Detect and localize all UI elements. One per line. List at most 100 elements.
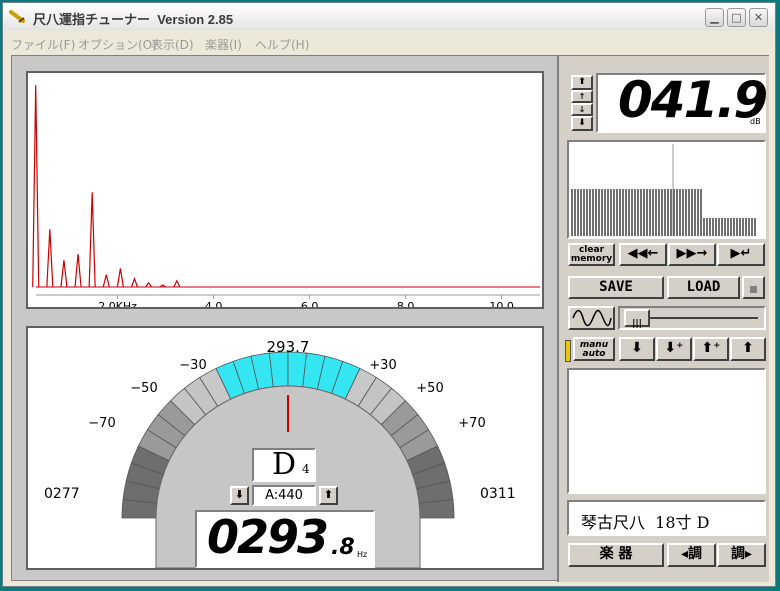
level-unit: dB (750, 117, 761, 126)
spectrum-x-ticks: 2.0KHz 4.0 6.0 8.0 10.0 (98, 295, 514, 307)
arrow-down-icon: ⬇ (234, 488, 245, 501)
x-tick-label-3: 8.0 (397, 300, 415, 307)
key-up-button[interactable]: 調▸ (717, 543, 766, 567)
shift-down-fine-button[interactable]: ⬇⁺ (656, 337, 692, 361)
sensitivity-up-large-button[interactable]: ⬆ (571, 75, 593, 90)
a-reference-display: A:440 (252, 485, 316, 506)
shakuhachi-app-icon (9, 10, 25, 23)
x-tick-label-0: 2.0KHz (98, 300, 137, 307)
title-bar[interactable]: 尺八運指チューナー Version 2.85 ▁ □ ✕ (3, 3, 775, 31)
arrow-down-icon: ⬇ (631, 340, 643, 356)
spectrum-peak-3 (74, 253, 82, 288)
menu-file[interactable]: ファイル(F) (11, 36, 75, 53)
arrow-down-fine-icon: ⬇⁺ (664, 340, 684, 356)
gain-slider[interactable]: ||| (618, 306, 766, 330)
arrow-up-icon: ⬆ (578, 77, 586, 87)
a-reference-down-button[interactable]: ⬇ (230, 486, 249, 505)
key-down-button[interactable]: ◂調 (667, 543, 716, 567)
auto-label: auto (582, 349, 606, 359)
minimize-button[interactable]: ▁ (705, 8, 724, 27)
load-button[interactable]: LOAD (667, 276, 740, 299)
level-history-graph (567, 140, 766, 239)
arrow-up-small-icon: ↑ (578, 92, 586, 101)
spectrum-peak-0 (32, 85, 40, 288)
auto-indicator (565, 340, 571, 362)
fingering-display (567, 368, 766, 494)
x-tick-label-2: 6.0 (301, 300, 319, 307)
maximize-button[interactable]: □ (727, 8, 746, 27)
stop-button[interactable] (742, 276, 765, 299)
menu-instrument[interactable]: 楽器(I) (205, 36, 242, 53)
close-icon: ✕ (753, 11, 764, 24)
a-reference-up-button[interactable]: ⬆ (319, 486, 338, 505)
center-frequency: 293.7 (267, 338, 310, 356)
arrow-up-icon: ⬆ (742, 340, 754, 356)
spectrum-peaks (32, 85, 181, 288)
clear-memory-line2: memory (570, 254, 613, 264)
note-octave: 4 (302, 462, 310, 476)
spectrum-peak-1 (46, 229, 54, 288)
scale-label-plus30: +30 (369, 358, 396, 373)
instrument-name: 琴古尺八 18寸 D (581, 513, 710, 532)
maximize-icon: □ (731, 11, 742, 24)
shift-up-fine-button[interactable]: ⬆⁺ (693, 337, 729, 361)
slider-grip-icon: ||| (632, 319, 642, 329)
shift-up-button[interactable]: ⬆ (730, 337, 766, 361)
instrument-select-button[interactable]: 楽 器 (568, 543, 664, 567)
sensitivity-down-small-button[interactable]: ↓ (571, 103, 593, 116)
minimize-icon: ▁ (710, 11, 719, 24)
close-button[interactable]: ✕ (749, 8, 768, 27)
frequency-integer: 0293 (207, 510, 329, 564)
scale-label-plus50: +50 (416, 381, 443, 396)
window-title: 尺八運指チューナー Version 2.85 (33, 12, 234, 27)
menu-options[interactable]: オプション(O) (78, 36, 157, 53)
x-tick-label-4: 10.0 (489, 300, 513, 307)
save-button[interactable]: SAVE (568, 276, 664, 299)
fast-forward-button[interactable]: ▶▶→ (668, 243, 716, 266)
menu-help[interactable]: ヘルプ(H) (255, 36, 309, 53)
arrow-up-fine-icon: ⬆⁺ (701, 340, 721, 356)
high-frequency-label: 0311 (480, 486, 516, 502)
play-return-button[interactable]: ▶↵ (717, 243, 765, 266)
spectrum-panel: 2.0KHz 4.0 6.0 8.0 10.0 (26, 71, 544, 309)
menu-view[interactable]: 表示(D) (151, 36, 194, 53)
menu-bar: ファイル(F) オプション(O) 表示(D) 楽器(I) ヘルプ(H) (3, 33, 775, 53)
scale-label-minus70: −70 (88, 416, 115, 431)
arrow-down-small-icon: ↓ (578, 105, 586, 114)
note-name: D (272, 447, 297, 482)
gain-slider-thumb[interactable]: ||| (624, 309, 650, 329)
arrow-down-icon: ⬇ (578, 118, 586, 128)
frequency-unit: Hz (357, 550, 368, 559)
scale-label-plus70: +70 (458, 416, 485, 431)
spectrum-peak-4 (88, 192, 96, 288)
app-window: 尺八運指チューナー Version 2.85 ▁ □ ✕ ファイル(F) オプシ… (2, 2, 776, 587)
sensitivity-up-small-button[interactable]: ↑ (571, 90, 593, 103)
waveform-button[interactable] (568, 306, 615, 330)
rewind-button[interactable]: ◀◀← (619, 243, 667, 266)
level-history-bars (571, 144, 756, 236)
note-display: D 4 (252, 447, 316, 482)
frequency-decimal: .8 (331, 535, 355, 560)
instrument-name-display: 琴古尺八 18寸 D (567, 500, 766, 536)
spectrum-peak-7 (130, 277, 139, 288)
frequency-display: 0293 .8 Hz (195, 510, 375, 568)
x-tick-label-1: 4.0 (205, 300, 223, 307)
spectrum-peak-6 (116, 268, 124, 288)
sensitivity-down-large-button[interactable]: ⬇ (571, 116, 593, 131)
manu-auto-toggle[interactable]: manu auto (573, 337, 615, 361)
right-column: ⬆ ↑ ↓ ⬇ 041.9 dB clear memory ◀◀← ▶▶→ ▶↵… (557, 56, 769, 582)
client-area: 2.0KHz 4.0 6.0 8.0 10.0 293.7 −30 +30 −50 +5… (11, 55, 769, 582)
spectrum-peak-2 (60, 260, 68, 288)
spectrum-chart: 2.0KHz 4.0 6.0 8.0 10.0 (32, 85, 540, 307)
play-return-icon: ▶↵ (730, 246, 752, 261)
sine-wave-icon (572, 309, 612, 327)
level-value: 041.9 (618, 71, 768, 129)
scale-label-minus50: −50 (130, 381, 157, 396)
low-frequency-label: 0277 (44, 486, 80, 502)
stop-icon (750, 286, 757, 293)
shift-down-button[interactable]: ⬇ (619, 337, 655, 361)
spectrum-peak-8 (145, 281, 153, 288)
arrow-up-icon: ⬆ (323, 488, 334, 501)
clear-memory-button[interactable]: clear memory (568, 243, 615, 266)
level-display: 041.9 dB (596, 71, 768, 133)
